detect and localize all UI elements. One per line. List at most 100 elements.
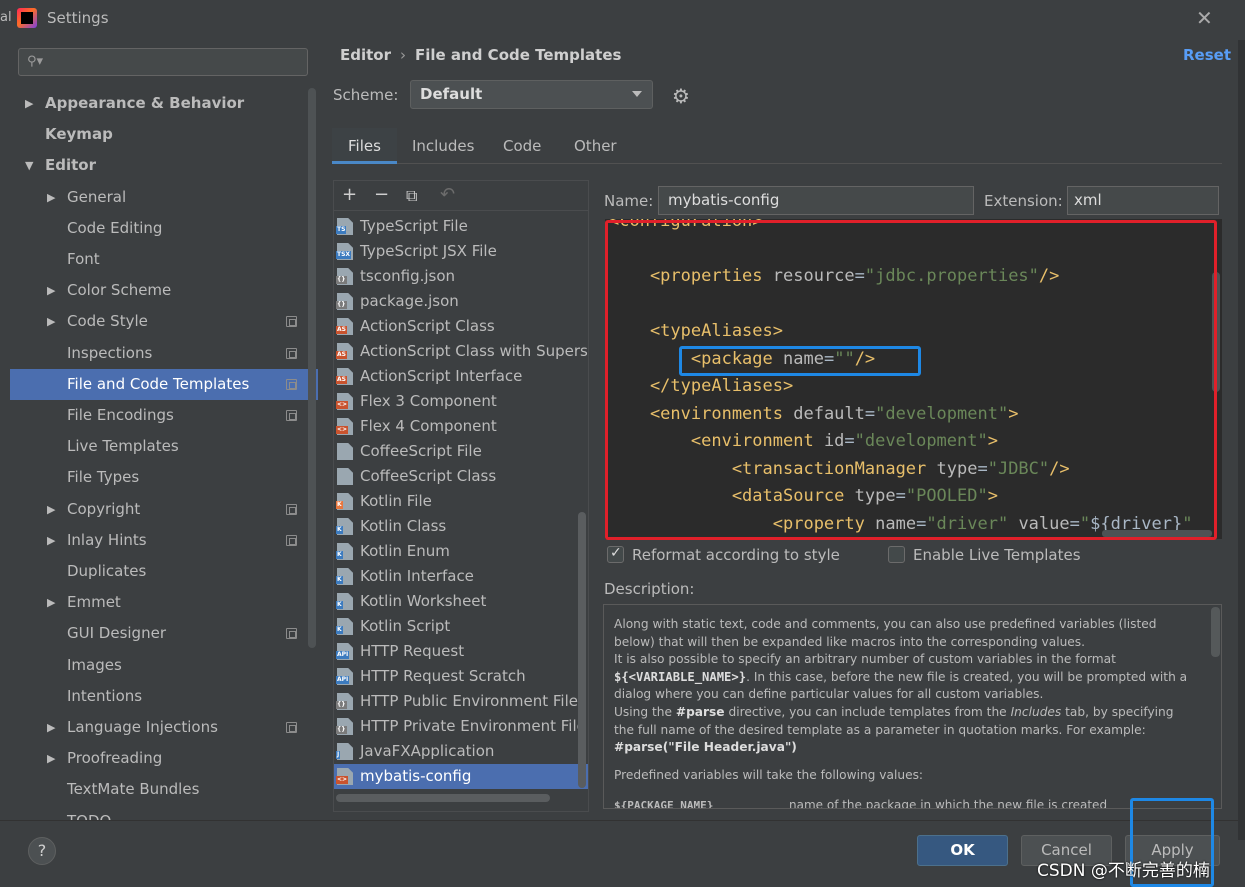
template-tabs: Files Includes Code Other — [332, 128, 1222, 164]
template-list-item[interactable]: K Kotlin File — [334, 489, 588, 514]
sidebar-item[interactable]: GUI Designer — [10, 618, 318, 649]
template-list-item-label: Flex 3 Component — [360, 392, 497, 410]
template-list-item[interactable]: AS ActionScript Class — [334, 314, 588, 339]
sidebar-item[interactable]: ▶ General — [10, 182, 318, 213]
chevron-right-icon[interactable]: ▶ — [47, 587, 55, 618]
template-list-item[interactable]: K Kotlin Class — [334, 514, 588, 539]
template-list-item[interactable]: AS ActionScript Class with Supers — [334, 339, 588, 364]
template-list-item[interactable]: <> Flex 3 Component — [334, 389, 588, 414]
reformat-checkbox[interactable] — [607, 545, 624, 563]
add-icon[interactable]: + — [342, 184, 357, 205]
sidebar-item[interactable]: ▶ Color Scheme — [10, 275, 318, 306]
sidebar-item-label: Code Style — [67, 312, 148, 331]
template-list-item[interactable]: K Kotlin Enum — [334, 539, 588, 564]
template-list-item[interactable]: CoffeeScript Class — [334, 464, 588, 489]
sidebar-item[interactable]: File Types — [10, 462, 318, 493]
reset-link[interactable]: Reset — [1183, 46, 1231, 64]
template-list-item[interactable]: TS TypeScript File — [334, 214, 588, 239]
chevron-right-icon[interactable]: ▶ — [47, 275, 55, 306]
help-button[interactable]: ? — [28, 837, 56, 865]
template-list-item-label: package.json — [360, 292, 459, 310]
sidebar-item[interactable]: ▶ Proofreading — [10, 743, 318, 774]
template-list-item[interactable]: K Kotlin Worksheet — [334, 589, 588, 614]
reformat-label[interactable]: Reformat according to style — [632, 546, 840, 564]
template-list-item[interactable]: {} HTTP Private Environment File — [334, 714, 588, 739]
close-icon[interactable]: ✕ — [1196, 6, 1213, 30]
sidebar-item[interactable]: ▶ Inlay Hints — [10, 525, 318, 556]
sidebar-item[interactable]: Font — [10, 244, 318, 275]
breadcrumb-root[interactable]: Editor — [340, 46, 391, 64]
sidebar-item[interactable]: Keymap — [10, 119, 318, 150]
template-file-list: TS TypeScript File TSX TypeScript JSX File {… — [333, 210, 589, 812]
sidebar-item[interactable]: TextMate Bundles — [10, 774, 318, 805]
template-list-item[interactable]: <> Flex 4 Component — [334, 414, 588, 439]
template-list-item[interactable]: API HTTP Request — [334, 639, 588, 664]
chevron-right-icon[interactable]: ▶ — [47, 494, 55, 525]
template-list-item[interactable]: K Kotlin Interface — [334, 564, 588, 589]
sidebar-item-label: Keymap — [45, 125, 113, 144]
sidebar-item-label: Code Editing — [67, 218, 163, 237]
chevron-right-icon[interactable]: ▶ — [47, 743, 55, 774]
gear-icon[interactable]: ⚙ — [672, 84, 690, 108]
file-type-badge: {} — [336, 301, 347, 309]
file-list-horizontal-scrollbar[interactable] — [336, 794, 550, 802]
sidebar-item[interactable]: File Encodings — [10, 400, 318, 431]
tab-code[interactable]: Code — [487, 128, 557, 164]
sidebar-item[interactable]: ▼ Editor — [10, 150, 318, 181]
chevron-right-icon[interactable]: ▶ — [47, 525, 55, 556]
settings-tree: ▶ Appearance & Behavior Keymap ▼ Editor ▶ Gene… — [10, 88, 318, 820]
template-list-item[interactable]: {} tsconfig.json — [334, 264, 588, 289]
live-templates-checkbox[interactable] — [888, 546, 905, 563]
template-list-item[interactable]: {} HTTP Public Environment File — [334, 689, 588, 714]
sidebar-item[interactable]: ▶ Language Injections — [10, 712, 318, 743]
template-list-item[interactable]: J JavaFXApplication — [334, 739, 588, 764]
sidebar-item[interactable]: Intentions — [10, 681, 318, 712]
description-scrollbar[interactable] — [1211, 607, 1220, 657]
chevron-right-icon[interactable]: ▶ — [47, 306, 55, 337]
file-list-vertical-scrollbar[interactable] — [578, 512, 586, 788]
sidebar-item[interactable]: ▶ Emmet — [10, 587, 318, 618]
chevron-right-icon[interactable]: ▶ — [47, 712, 55, 743]
sidebar-item-label: Inlay Hints — [67, 530, 147, 549]
sidebar-item-label: Editor — [45, 156, 96, 175]
sidebar-item[interactable]: Code Editing — [10, 213, 318, 244]
template-list-item[interactable]: API HTTP Request Scratch — [334, 664, 588, 689]
sidebar-item[interactable]: File and Code Templates — [10, 368, 318, 400]
copy-icon[interactable]: ⧉ — [406, 186, 417, 206]
chevron-right-icon[interactable]: ▶ — [25, 88, 33, 119]
template-list-item-label: HTTP Private Environment File — [360, 717, 586, 735]
chevron-right-icon[interactable]: ▶ — [47, 182, 55, 213]
project-level-icon — [286, 316, 297, 328]
settings-search-input[interactable]: ⚲▾ — [18, 48, 308, 76]
template-name-input[interactable]: mybatis-config — [658, 186, 974, 215]
description-p2: It is also possible to specify an arbitr… — [614, 652, 1116, 667]
scheme-dropdown[interactable]: Default — [410, 80, 653, 109]
template-list-item[interactable]: K Kotlin Script — [334, 614, 588, 639]
template-list-item[interactable]: <> mybatis-config — [334, 764, 588, 789]
sidebar-item[interactable]: Inspections — [10, 338, 318, 369]
chevron-down-icon[interactable]: ▼ — [25, 150, 33, 181]
file-type-badge: <> — [336, 776, 349, 784]
tab-other[interactable]: Other — [558, 128, 633, 164]
tab-includes[interactable]: Includes — [396, 128, 490, 164]
sidebar-item[interactable]: ▶ Appearance & Behavior — [10, 88, 318, 119]
template-extension-input[interactable]: xml — [1067, 186, 1219, 215]
sidebar-item[interactable]: TODO — [10, 806, 318, 820]
tab-files[interactable]: Files — [332, 128, 397, 164]
template-list-item-label: HTTP Request Scratch — [360, 667, 526, 685]
sidebar-item[interactable]: Images — [10, 650, 318, 681]
sidebar-item[interactable]: ▶ Copyright — [10, 494, 318, 525]
remove-icon[interactable]: − — [374, 184, 389, 205]
template-list-item[interactable]: TSX TypeScript JSX File — [334, 239, 588, 264]
ok-button[interactable]: OK — [917, 835, 1008, 866]
sidebar-item-label: GUI Designer — [67, 624, 166, 643]
template-list-item[interactable]: AS ActionScript Interface — [334, 364, 588, 389]
sidebar-item[interactable]: Live Templates — [10, 431, 318, 462]
sidebar-item-label: Copyright — [67, 499, 141, 518]
live-templates-label[interactable]: Enable Live Templates — [913, 546, 1081, 564]
sidebar-item[interactable]: Duplicates — [10, 556, 318, 587]
sidebar-scrollbar[interactable] — [308, 88, 316, 648]
sidebar-item[interactable]: ▶ Code Style — [10, 306, 318, 337]
template-list-item[interactable]: CoffeeScript File — [334, 439, 588, 464]
template-list-item[interactable]: {} package.json — [334, 289, 588, 314]
